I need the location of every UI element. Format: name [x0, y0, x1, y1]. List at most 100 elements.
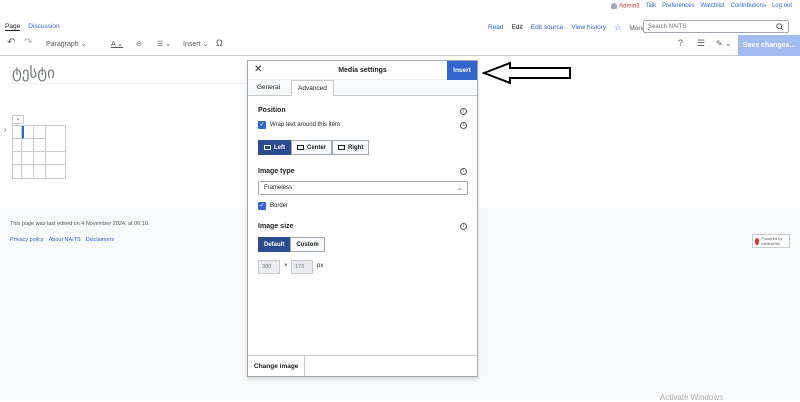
page-options-icon[interactable]: ☰ [697, 38, 705, 49]
table-cell[interactable] [34, 165, 46, 179]
privacy-link[interactable]: Privacy policy [10, 237, 44, 243]
namespace-tabs: Page Discussion [5, 23, 60, 31]
table-cell[interactable] [34, 126, 46, 139]
position-label: Position [258, 107, 286, 114]
align-right-icon [338, 145, 346, 150]
table-cell[interactable] [13, 126, 22, 139]
tab-edit-source[interactable]: Edit source [527, 24, 568, 31]
size-button-group: Default Custom [258, 237, 325, 252]
position-center-button[interactable]: Center [291, 140, 333, 155]
table-cell[interactable] [46, 152, 66, 165]
align-center-icon [297, 145, 304, 150]
border-label: Border [270, 203, 289, 209]
custom-size-button[interactable]: Custom [290, 237, 325, 252]
table-cell[interactable] [22, 126, 34, 139]
tab-view-history[interactable]: View history [567, 24, 610, 31]
last-edited-text: This page was last edited on 4 November … [10, 221, 150, 227]
title-divider [10, 83, 250, 84]
tab-edit[interactable]: Edit [508, 24, 527, 31]
table[interactable] [12, 125, 66, 179]
preferences-link[interactable]: Preferences [662, 3, 694, 9]
editor-toolbar: ↶ ↷ Paragraph ⌄ A ⌄ ⊝ ☰ ⌄ Insert ⌄ Ω ? ☰… [0, 35, 800, 56]
search-input[interactable]: Search NAITS [643, 20, 789, 33]
border-checkbox[interactable]: ✓ [258, 202, 266, 210]
wrap-text-checkbox[interactable]: ✓ [258, 121, 266, 129]
position-button-group: Left Center Right [258, 140, 370, 155]
dialog-header: Media settings ✕ Insert [248, 61, 477, 80]
personal-tools: Admin3 Talk Preferences Watchlist Contri… [611, 3, 792, 10]
size-separator: × [284, 263, 288, 269]
table-cell[interactable] [46, 165, 66, 179]
tab-advanced[interactable]: Advanced [291, 80, 334, 96]
position-right-button[interactable]: Right [332, 140, 370, 155]
image-type-info-icon[interactable]: i [460, 168, 467, 175]
search-placeholder: Search NAITS [648, 23, 687, 30]
mediawiki-logo-icon [755, 237, 760, 245]
height-input[interactable]: 173 [291, 260, 313, 274]
logout-link[interactable]: Log out [772, 3, 792, 9]
image-type-value: Frameless [264, 185, 293, 191]
page-title: ტესტი [12, 64, 55, 82]
annotation-arrow [482, 61, 571, 85]
table-cell[interactable] [22, 139, 34, 152]
powered-by-text: Powered by MediaWiki [761, 236, 783, 246]
table-cell[interactable] [13, 139, 22, 152]
image-size-info-icon[interactable]: i [460, 223, 467, 230]
user-link[interactable]: Admin3 [611, 3, 639, 10]
table-cell[interactable] [34, 139, 46, 152]
powered-by-mediawiki-badge[interactable]: Powered by MediaWiki [752, 234, 790, 248]
insert-button[interactable]: Insert [447, 61, 477, 80]
disclaimers-link[interactable]: Disclaimers [86, 237, 114, 243]
table-cell[interactable] [22, 165, 34, 179]
table-cell[interactable] [46, 139, 66, 152]
edit-mode-icon[interactable]: ✎ ⌄ [716, 39, 732, 48]
about-link[interactable]: About NAITS [49, 237, 81, 243]
save-changes-button[interactable]: Save changes... [738, 35, 800, 56]
insert-dropdown[interactable]: Insert ⌄ [183, 40, 208, 48]
media-settings-dialog: Media settings ✕ Insert General Advanced… [247, 60, 478, 377]
paragraph-dropdown[interactable]: Paragraph ⌄ [46, 40, 87, 48]
table-row-handle[interactable]: › [4, 125, 12, 137]
image-type-label: Image type [258, 168, 295, 175]
watch-star-icon[interactable]: ☆ [610, 23, 625, 32]
watchlist-link[interactable]: Watchlist [700, 3, 724, 9]
change-image-button[interactable]: Change image [248, 356, 306, 376]
wrap-text-label: Wrap text around this item [270, 122, 340, 128]
table-cell[interactable] [13, 165, 22, 179]
default-size-button[interactable]: Default [258, 237, 291, 252]
image-type-dropdown[interactable]: Frameless ⌄ [258, 181, 468, 195]
contributions-link[interactable]: Contributions [731, 3, 766, 9]
special-character-icon[interactable]: Ω [216, 38, 223, 48]
tab-page[interactable]: Page [5, 23, 21, 31]
image-size-label: Image size [258, 223, 294, 230]
search-icon[interactable] [776, 22, 784, 31]
table-cell[interactable] [34, 152, 46, 165]
user-icon [611, 3, 618, 9]
footer-links: Privacy policy About NAITS Disclaimers [10, 237, 114, 243]
wrap-info-icon[interactable]: i [460, 122, 467, 129]
talk-link[interactable]: Talk [645, 3, 656, 9]
dialog-tabs: General Advanced [248, 80, 477, 96]
table-cell[interactable] [22, 152, 34, 165]
width-input[interactable]: 300 [258, 260, 280, 274]
size-unit-label: px [317, 263, 324, 269]
dialog-title: Media settings [338, 67, 387, 74]
text-style-icon[interactable]: A ⌄ [111, 40, 123, 48]
close-icon[interactable]: ✕ [254, 64, 262, 75]
help-icon[interactable]: ? [678, 38, 683, 48]
tab-discussion[interactable]: Discussion [28, 23, 59, 31]
table-column-handle[interactable]: ⌄ [12, 115, 24, 124]
link-icon[interactable]: ⊝ [136, 40, 142, 48]
redo-icon[interactable]: ↷ [24, 37, 32, 48]
dialog-footer: Change image [248, 355, 477, 376]
view-tabs: Read Edit Edit source View history ☆ Mor… [484, 23, 655, 32]
list-icon[interactable]: ☰ ⌄ [157, 40, 171, 48]
tab-general[interactable]: General [257, 84, 280, 91]
undo-icon[interactable]: ↶ [7, 37, 15, 48]
position-info-icon[interactable]: i [460, 108, 467, 115]
position-left-button[interactable]: Left [258, 140, 291, 155]
tab-read[interactable]: Read [484, 24, 508, 31]
activate-windows-watermark: Activate Windows [660, 393, 724, 402]
chevron-down-icon: ⌄ [456, 186, 462, 192]
table-cell[interactable] [13, 152, 22, 165]
